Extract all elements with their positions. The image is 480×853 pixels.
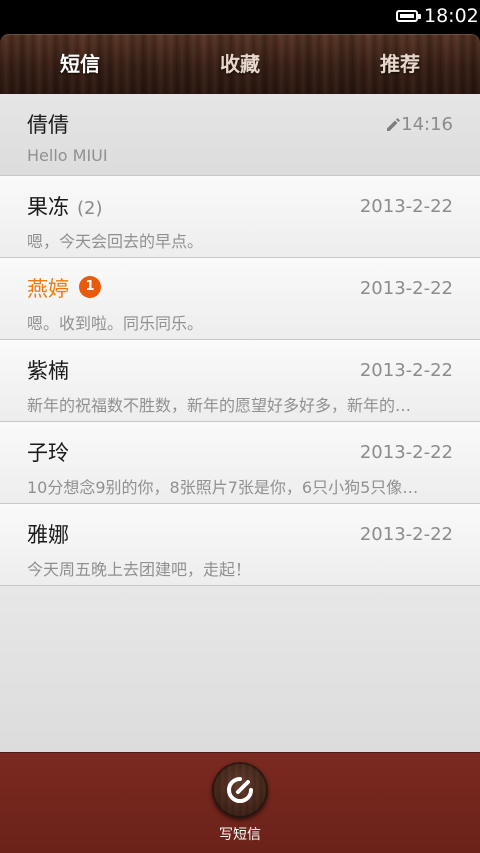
message-time: 14:16 <box>401 114 453 135</box>
message-preview: 今天周五晚上去团建吧，走起！ <box>27 560 252 579</box>
message-count: (2) <box>77 198 103 219</box>
message-preview: 新年的祝福数不胜数，新年的愿望好多好多，新年的… <box>27 396 412 415</box>
message-preview: Hello MIUI <box>27 146 108 165</box>
compose-icon <box>227 777 253 803</box>
tab-messages[interactable]: 短信 <box>0 34 160 94</box>
message-date: 2013-2-22 <box>359 278 453 299</box>
contact-name: 紫楠 <box>27 359 69 383</box>
conversation-row[interactable]: 紫楠 2013-2-22 新年的祝福数不胜数，新年的愿望好多好多，新年的… <box>0 340 480 422</box>
contact-name-text: 果冻 <box>27 195 69 219</box>
message-preview: 嗯，今天会回去的早点。 <box>27 232 204 251</box>
conversation-row[interactable]: 子玲 2013-2-22 10分想念9别的你，8张照片7张是你，6只小狗5只像… <box>0 422 480 504</box>
conversation-row[interactable]: 雅娜 2013-2-22 今天周五晚上去团建吧，走起！ <box>0 504 480 586</box>
contact-name: 子玲 <box>27 441 69 465</box>
bottom-action-bar: 写短信 <box>0 752 480 853</box>
contact-name: 果冻 (2) <box>27 191 103 221</box>
message-date: 2013-2-22 <box>359 196 453 217</box>
unread-badge: 1 <box>79 276 101 298</box>
conversation-row[interactable]: 倩倩 14:16 Hello MIUI <box>0 94 480 176</box>
contact-name: 倩倩 <box>27 113 69 137</box>
conversation-row[interactable]: 果冻 (2) 2013-2-22 嗯，今天会回去的早点。 <box>0 176 480 258</box>
message-preview: 嗯。收到啦。同乐同乐。 <box>27 314 204 333</box>
contact-name: 燕婷 <box>27 277 69 301</box>
compose-label: 写短信 <box>219 827 261 843</box>
battery-tip <box>418 14 421 19</box>
pencil-icon <box>387 118 400 131</box>
message-preview: 10分想念9别的你，8张照片7张是你，6只小狗5只像… <box>27 478 419 497</box>
tab-favorites[interactable]: 收藏 <box>160 34 320 94</box>
compose-button[interactable] <box>212 762 268 818</box>
message-date: 2013-2-22 <box>359 442 453 463</box>
message-date: 2013-2-22 <box>359 360 453 381</box>
contact-name: 雅娜 <box>27 523 69 547</box>
status-time: 18:02 <box>424 5 479 27</box>
status-bar: 18:02 <box>0 0 480 34</box>
message-date: 2013-2-22 <box>359 524 453 545</box>
conversation-row[interactable]: 燕婷 1 2013-2-22 嗯。收到啦。同乐同乐。 <box>0 258 480 340</box>
tab-recommended[interactable]: 推荐 <box>320 34 480 94</box>
conversation-list: 倩倩 14:16 Hello MIUI 果冻 (2) 2013-2-22 嗯，今天… <box>0 94 480 752</box>
battery-icon <box>396 10 418 22</box>
tab-bar: 短信 收藏 推荐 <box>0 34 480 94</box>
